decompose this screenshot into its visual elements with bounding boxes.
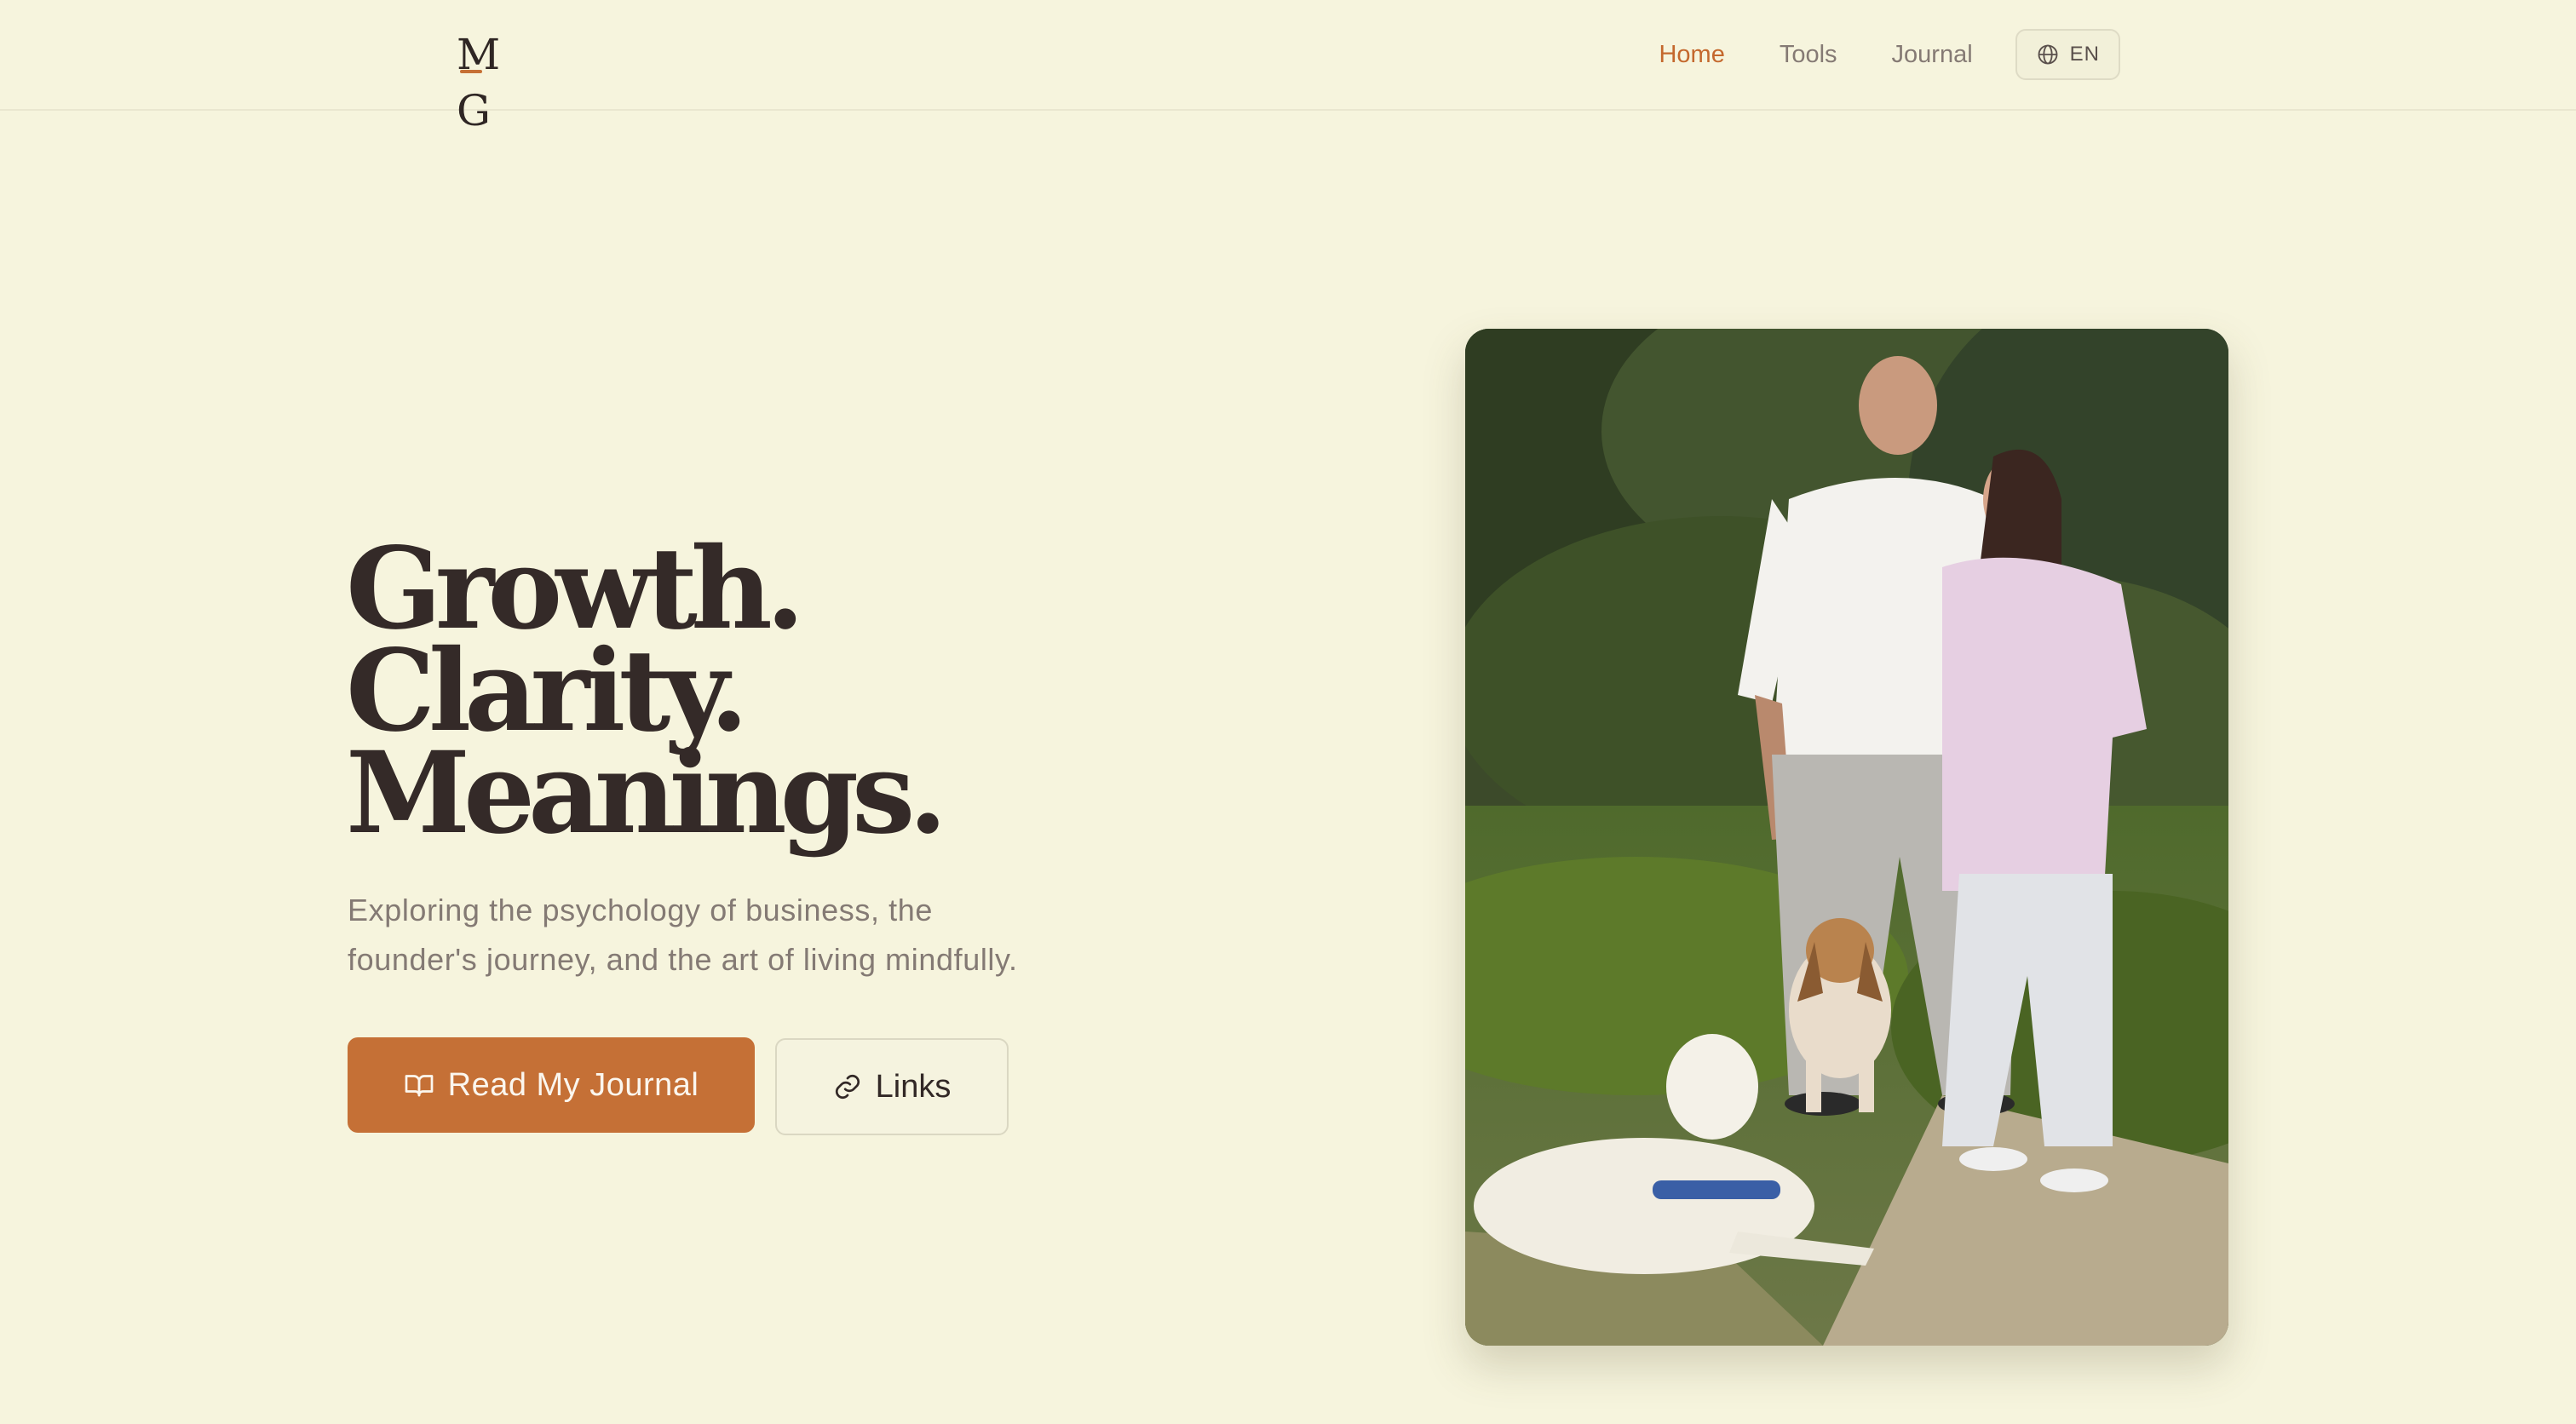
language-switcher-button[interactable]: EN (2015, 29, 2120, 80)
logo-letter-g: G (457, 86, 491, 135)
read-my-journal-button[interactable]: Read My Journal (348, 1037, 755, 1133)
language-label: EN (2069, 43, 2100, 66)
nav-tools-link[interactable]: Tools (1780, 41, 1837, 69)
hero-subtitle-line: founder's journey, and the art of living… (348, 942, 1018, 977)
site-header: MG Home Tools Journal EN (0, 0, 2576, 135)
book-open-icon (405, 1075, 433, 1097)
page: MG Home Tools Journal EN Growth. Clarity… (0, 0, 2576, 1424)
hero-title: Growth. Clarity. Meanings. (346, 533, 947, 859)
globe-icon (2038, 44, 2058, 65)
hero-title-line: Meanings. (346, 727, 947, 859)
read-my-journal-label: Read My Journal (447, 1066, 699, 1103)
main-nav: Home Tools Journal EN (1659, 29, 2120, 80)
nav-home-link[interactable]: Home (1659, 41, 1724, 69)
links-label: Links (875, 1068, 952, 1105)
hero-subtitle: Exploring the psychology of business, th… (348, 886, 1114, 985)
hero-photo (1465, 329, 2228, 1346)
nav-journal-link[interactable]: Journal (1892, 41, 1973, 69)
hero-subtitle-line: Exploring the psychology of business, th… (348, 893, 933, 927)
links-button[interactable]: Links (775, 1038, 1009, 1135)
link-icon (835, 1074, 860, 1100)
hero-photo-illustration (1465, 329, 2228, 1346)
logo-accent-underline (460, 70, 482, 73)
